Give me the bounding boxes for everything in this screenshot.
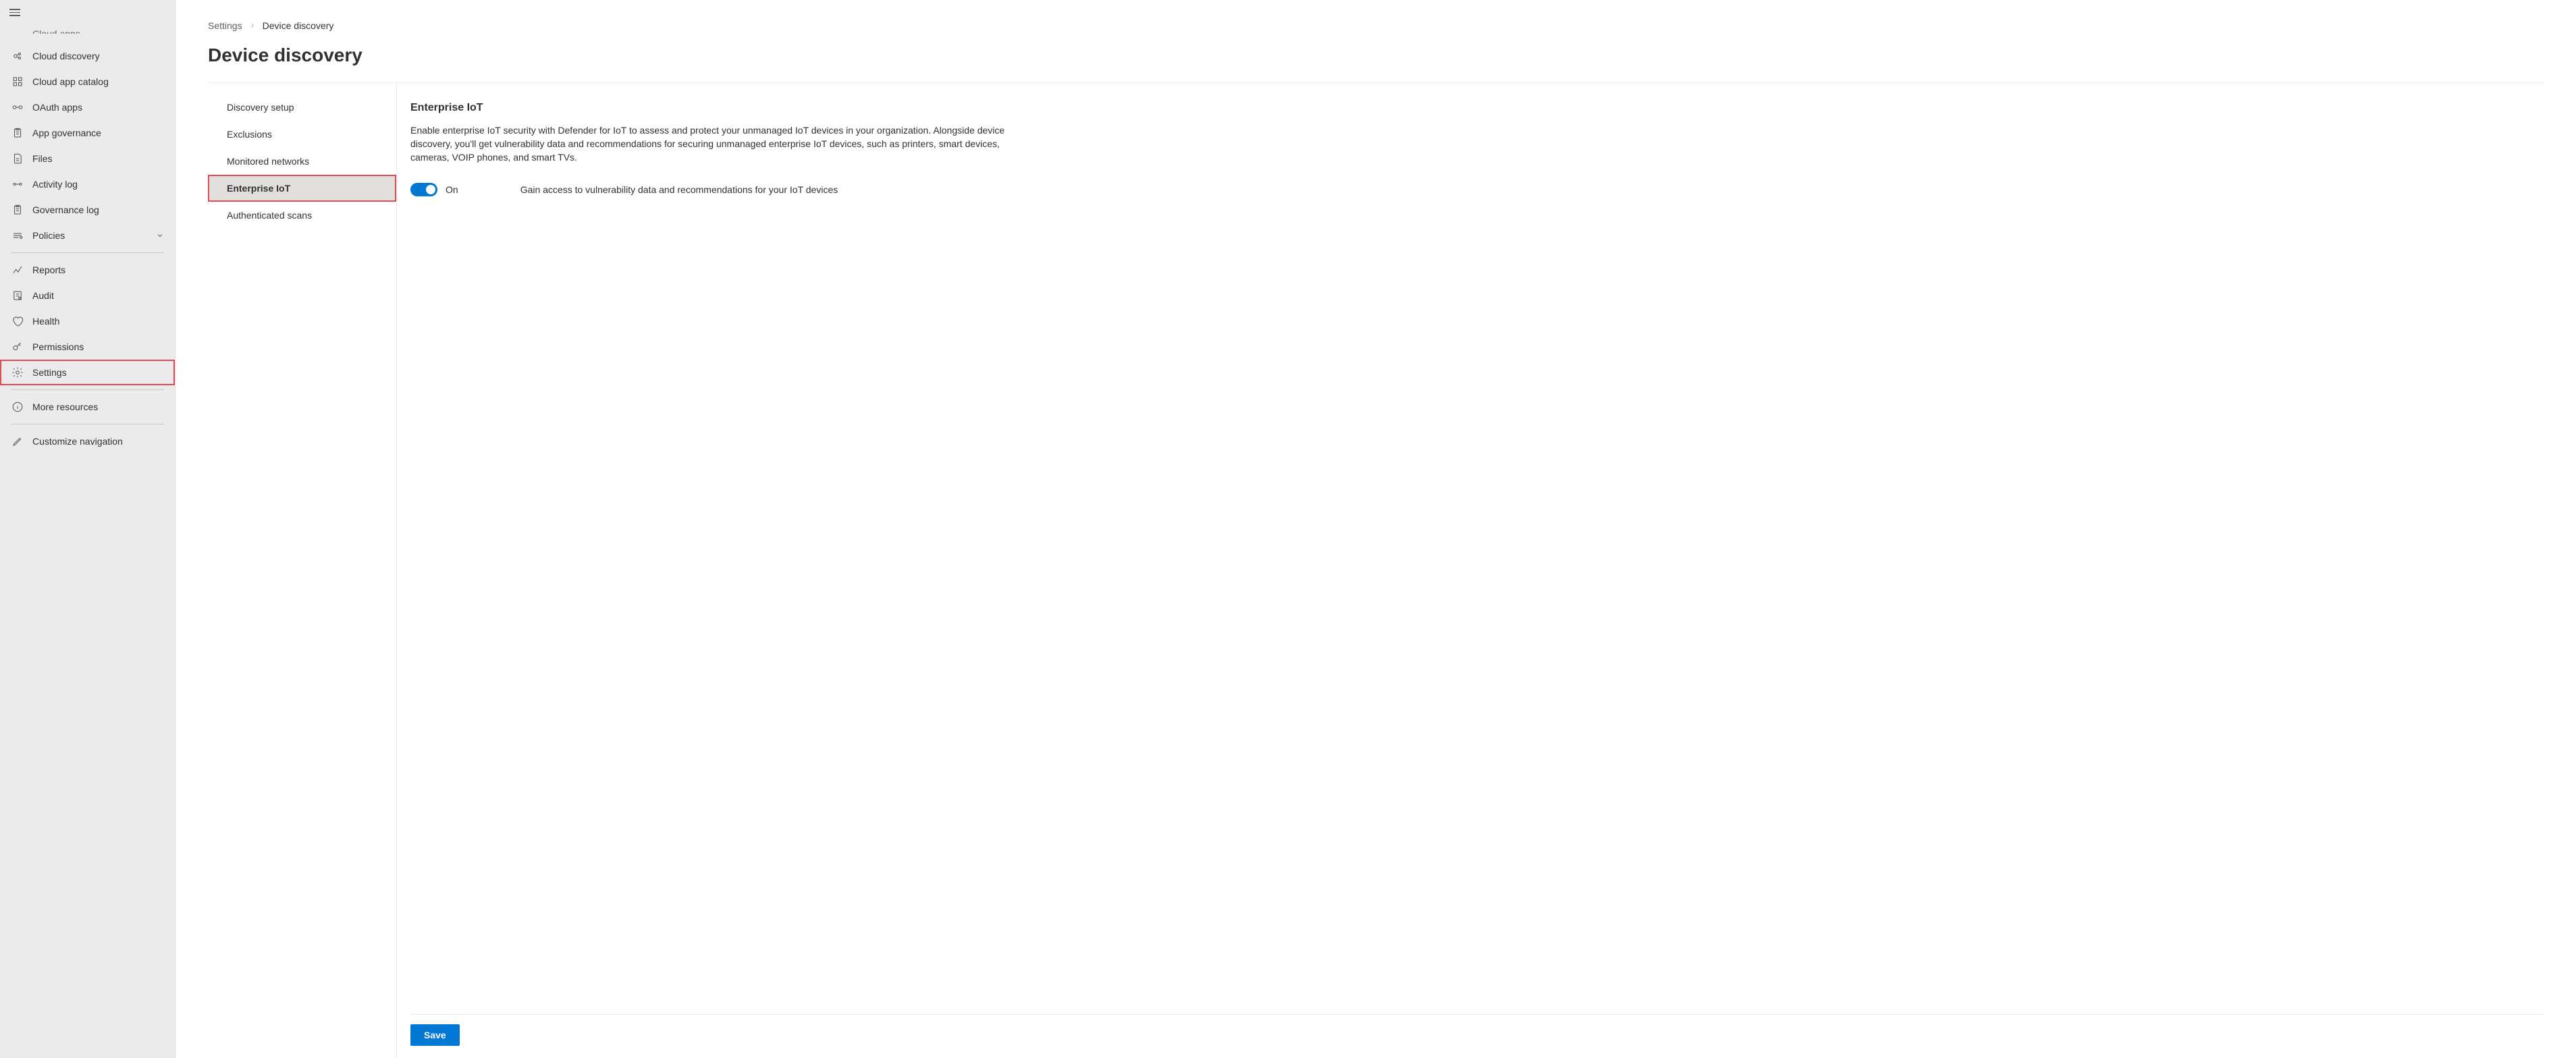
detail-pane: Enterprise IoT Enable enterprise IoT sec…: [397, 83, 2544, 1058]
sidebar-item-label: Settings: [32, 367, 164, 378]
breadcrumb: Settings Device discovery: [208, 20, 2544, 31]
reports-icon: [11, 263, 24, 277]
breadcrumb-device-discovery[interactable]: Device discovery: [263, 20, 334, 31]
sidebar-item-activity-log[interactable]: Activity log: [0, 171, 175, 197]
toggle-state-label: On: [446, 184, 458, 195]
nav-list: Cloud apps Cloud discovery Cloud app cat…: [0, 27, 175, 454]
policies-icon: [11, 229, 24, 242]
nav-divider: [11, 252, 164, 253]
health-icon: [11, 314, 24, 328]
sidebar-item-label: Health: [32, 316, 164, 327]
sidebar-item-label: Permissions: [32, 341, 164, 352]
oauth-icon: [11, 101, 24, 114]
files-icon: [11, 152, 24, 165]
sidebar-item-cloud-app-catalog[interactable]: Cloud app catalog: [0, 69, 175, 94]
permissions-icon: [11, 340, 24, 354]
sidebar-item-label: Activity log: [32, 179, 164, 190]
sidebar-item-label: Reports: [32, 264, 164, 275]
sidebar-item-label: Files: [32, 153, 164, 164]
activity-icon: [11, 177, 24, 191]
chevron-down-icon: [156, 231, 164, 240]
detail-description: Enable enterprise IoT security with Defe…: [410, 123, 1031, 164]
toggle-info-text: Gain access to vulnerability data and re…: [520, 184, 838, 195]
edit-icon: [11, 435, 24, 448]
toggle-row: On Gain access to vulnerability data and…: [410, 183, 2544, 196]
sidebar-item-customize-navigation[interactable]: Customize navigation: [0, 428, 175, 454]
toggle-knob: [426, 185, 435, 194]
catalog-icon: [11, 75, 24, 88]
chevron-right-icon: [249, 22, 256, 29]
breadcrumb-settings[interactable]: Settings: [208, 20, 242, 31]
sidebar-item-health[interactable]: Health: [0, 308, 175, 334]
sidebar-item-label: Cloud discovery: [32, 51, 164, 61]
sidebar-item-label: Customize navigation: [32, 436, 164, 447]
info-icon: [11, 400, 24, 414]
sidebar-item-label: More resources: [32, 401, 164, 412]
settings-nav-monitored-networks[interactable]: Monitored networks: [208, 148, 396, 175]
sidebar-item-governance-log[interactable]: Governance log: [0, 197, 175, 223]
sidebar-item-files[interactable]: Files: [0, 146, 175, 171]
sidebar-item-app-governance[interactable]: App governance: [0, 120, 175, 146]
settings-nav-authenticated-scans[interactable]: Authenticated scans: [208, 202, 396, 229]
sidebar-item-label: Governance log: [32, 204, 164, 215]
save-button[interactable]: Save: [410, 1024, 460, 1046]
sidebar-item-reports[interactable]: Reports: [0, 257, 175, 283]
hamburger-menu[interactable]: [0, 0, 175, 27]
sidebar-item-label: App governance: [32, 128, 164, 138]
sidebar-item-label: Audit: [32, 290, 164, 301]
enterprise-iot-toggle[interactable]: [410, 183, 437, 196]
page-title: Device discovery: [208, 45, 2544, 66]
hamburger-icon: [9, 7, 20, 18]
sidebar-item-label: Cloud app catalog: [32, 76, 164, 87]
settings-nav-enterprise-iot[interactable]: Enterprise IoT: [208, 175, 396, 202]
sidebar-item-label: Policies: [32, 230, 156, 241]
sidebar-item-settings[interactable]: Settings: [0, 360, 175, 385]
main-content: Settings Device discovery Device discove…: [176, 0, 2576, 1058]
cloud-apps-icon: [11, 28, 24, 42]
sidebar-item-policies[interactable]: Policies: [0, 223, 175, 248]
detail-title: Enterprise IoT: [410, 102, 2544, 114]
sidebar-item-more-resources[interactable]: More resources: [0, 394, 175, 420]
gear-icon: [11, 366, 24, 379]
sidebar-item-cloud-apps[interactable]: Cloud apps: [0, 27, 175, 43]
sidebar-item-cloud-discovery[interactable]: Cloud discovery: [0, 43, 175, 69]
settings-nav-exclusions[interactable]: Exclusions: [208, 121, 396, 148]
sidebar-item-audit[interactable]: Audit: [0, 283, 175, 308]
clipboard-icon: [11, 126, 24, 140]
sidebar-item-permissions[interactable]: Permissions: [0, 334, 175, 360]
cloud-discovery-icon: [11, 49, 24, 63]
clipboard-icon: [11, 203, 24, 217]
nav-divider: [11, 389, 164, 390]
sidebar: Cloud apps Cloud discovery Cloud app cat…: [0, 0, 176, 1058]
footer-bar: Save: [410, 1014, 2544, 1058]
sidebar-item-label: Cloud apps: [32, 28, 164, 34]
settings-nav: Discovery setup Exclusions Monitored net…: [208, 83, 397, 1058]
sidebar-item-oauth-apps[interactable]: OAuth apps: [0, 94, 175, 120]
settings-nav-discovery-setup[interactable]: Discovery setup: [208, 94, 396, 121]
audit-icon: [11, 289, 24, 302]
sidebar-item-label: OAuth apps: [32, 102, 164, 113]
